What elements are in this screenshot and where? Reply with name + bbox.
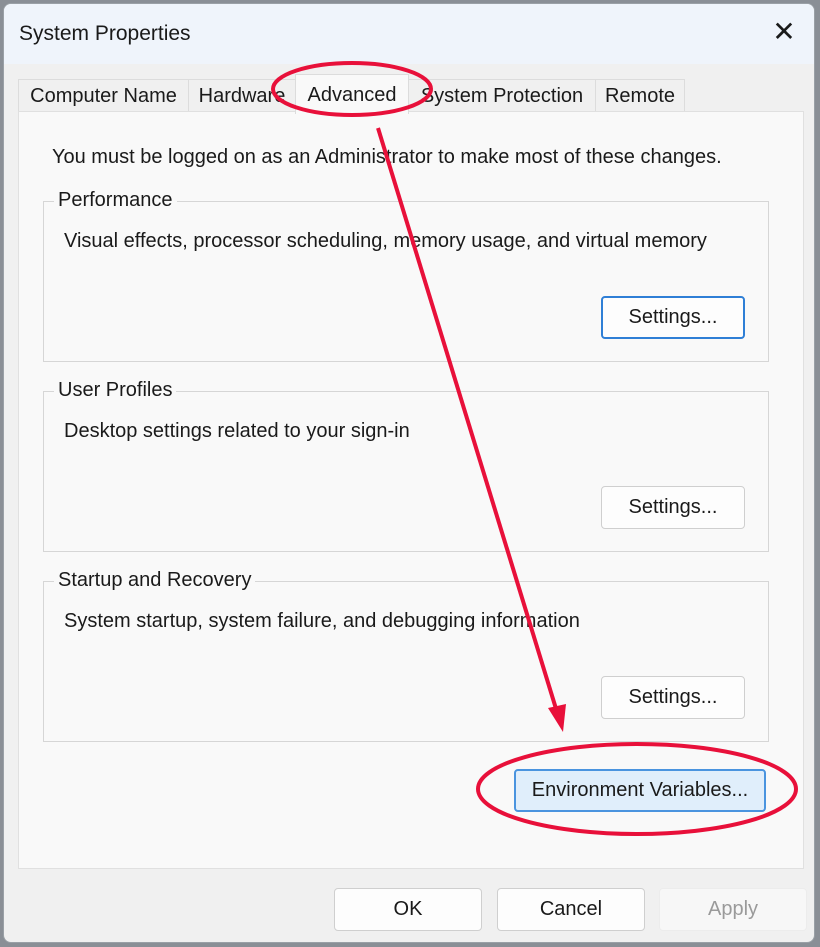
tab-hardware[interactable]: Hardware xyxy=(188,79,296,112)
user-profiles-settings-button[interactable]: Settings... xyxy=(601,486,745,529)
group-description: Visual effects, processor scheduling, me… xyxy=(64,230,707,252)
tab-computer-name[interactable]: Computer Name xyxy=(18,79,189,112)
tab-remote[interactable]: Remote xyxy=(595,79,685,112)
group-label: Startup and Recovery xyxy=(54,569,256,592)
group-label: Performance xyxy=(54,189,177,212)
admin-notice: You must be logged on as an Administrato… xyxy=(52,146,722,168)
window-title: System Properties xyxy=(19,22,191,45)
tab-advanced[interactable]: Advanced xyxy=(295,74,409,114)
performance-settings-button[interactable]: Settings... xyxy=(601,296,745,339)
group-description: Desktop settings related to your sign-in xyxy=(64,420,410,442)
ok-button[interactable]: OK xyxy=(334,888,482,931)
cancel-button[interactable]: Cancel xyxy=(497,888,645,931)
apply-button[interactable]: Apply xyxy=(659,888,807,931)
close-icon[interactable]: ✕ xyxy=(754,4,814,64)
environment-variables-button[interactable]: Environment Variables... xyxy=(514,769,766,812)
startup-recovery-settings-button[interactable]: Settings... xyxy=(601,676,745,719)
title-bar: System Properties ✕ xyxy=(4,4,814,64)
group-label: User Profiles xyxy=(54,379,177,402)
group-description: System startup, system failure, and debu… xyxy=(64,610,580,632)
system-properties-dialog: System Properties ✕ Computer Name Hardwa… xyxy=(3,3,815,943)
tab-system-protection[interactable]: System Protection xyxy=(408,79,596,112)
